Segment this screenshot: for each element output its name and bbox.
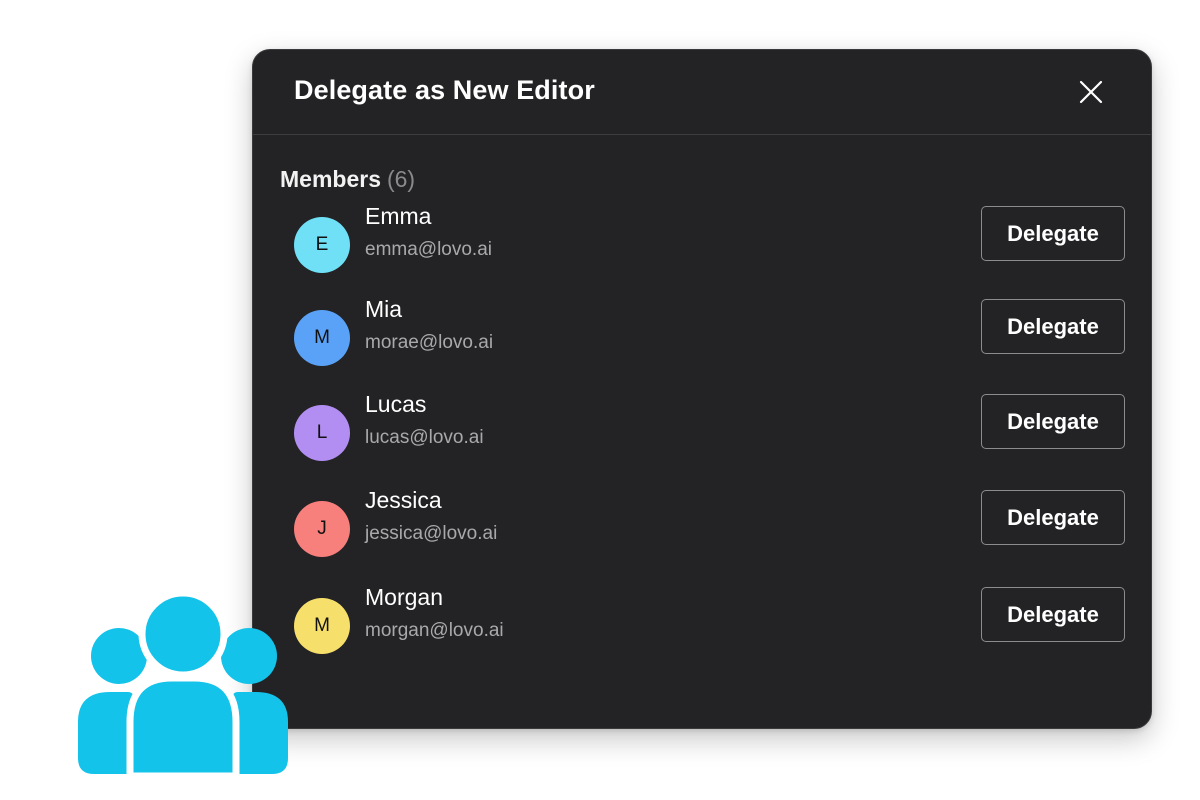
group-users-icon (78, 592, 288, 780)
delegate-button[interactable]: Delegate (981, 490, 1125, 545)
member-name: Morgan (365, 584, 443, 610)
member-email: lucas@lovo.ai (365, 427, 484, 448)
member-row: E Emma emma@lovo.ai Delegate (253, 203, 1151, 277)
dialog-title: Delegate as New Editor (294, 75, 595, 105)
delegate-button[interactable]: Delegate (981, 394, 1125, 449)
members-heading: Members (6) (280, 166, 415, 193)
member-email: morae@lovo.ai (365, 332, 494, 353)
member-row: M Mia morae@lovo.ai Delegate (253, 296, 1151, 370)
close-icon (1079, 80, 1103, 104)
avatar: E (294, 217, 350, 273)
close-button[interactable] (1077, 78, 1105, 106)
member-row: L Lucas lucas@lovo.ai Delegate (253, 391, 1151, 465)
member-email: emma@lovo.ai (365, 239, 492, 260)
members-label: Members (280, 166, 381, 192)
member-row: M Morgan morgan@lovo.ai Delegate (253, 584, 1151, 658)
avatar-initial: J (317, 518, 327, 539)
page: Delegate as New Editor Members (6) E Emma… (0, 0, 1200, 800)
members-count: (6) (386, 166, 416, 192)
member-email: jessica@lovo.ai (365, 523, 498, 544)
avatar: L (294, 405, 350, 461)
delegate-button[interactable]: Delegate (981, 299, 1125, 354)
delegate-button[interactable]: Delegate (981, 587, 1125, 642)
delegate-button[interactable]: Delegate (981, 206, 1125, 261)
member-name: Lucas (365, 391, 427, 417)
avatar-initial: M (314, 327, 330, 348)
avatar-initial: M (314, 615, 330, 636)
avatar: J (294, 501, 350, 557)
delegate-dialog: Delegate as New Editor Members (6) E Emma… (252, 49, 1152, 729)
avatar: M (294, 310, 350, 366)
avatar: M (294, 598, 350, 654)
member-name: Jessica (365, 487, 442, 513)
member-email: morgan@lovo.ai (365, 620, 504, 641)
member-row: J Jessica jessica@lovo.ai Delegate (253, 487, 1151, 561)
avatar-initial: L (316, 422, 328, 443)
dialog-header: Delegate as New Editor (253, 50, 1151, 135)
avatar-initial: E (315, 234, 329, 255)
member-name: Emma (365, 203, 432, 229)
member-name: Mia (365, 296, 403, 322)
